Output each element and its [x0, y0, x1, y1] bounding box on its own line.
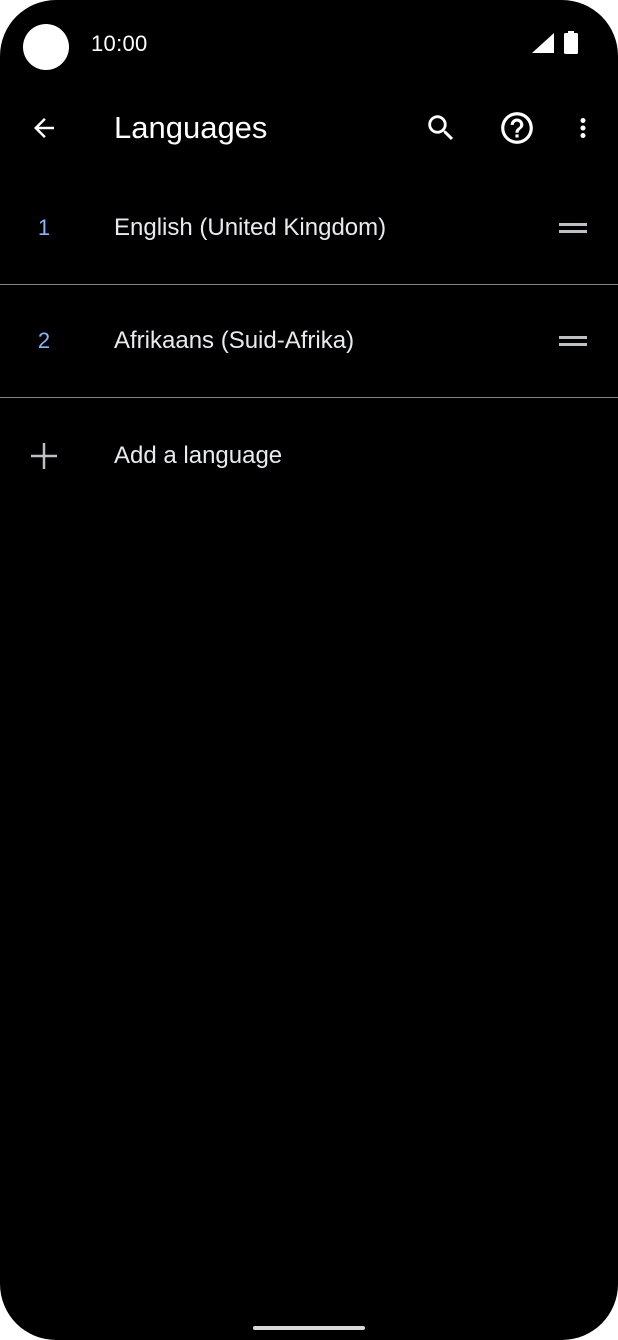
status-bar: 10:00	[0, 0, 618, 90]
add-language-label: Add a language	[114, 442, 283, 469]
drag-handle-icon[interactable]	[552, 210, 594, 246]
back-button[interactable]	[20, 104, 68, 152]
language-item[interactable]: 2 Afrikaans (Suid-Afrika)	[0, 285, 618, 398]
add-language-button[interactable]: Add a language	[0, 398, 618, 514]
arrow-back-icon	[34, 118, 54, 138]
search-icon	[428, 115, 454, 141]
drag-handle-icon[interactable]	[552, 323, 594, 359]
plus-icon	[24, 436, 64, 476]
phone-screen: 10:00 Languages 1 English (United Kingdo…	[0, 0, 618, 1340]
battery-full-icon	[564, 31, 578, 54]
app-bar: Languages	[0, 90, 618, 166]
help-button[interactable]	[493, 104, 541, 152]
language-order-number: 2	[37, 328, 51, 353]
page-title: Languages	[114, 110, 268, 145]
language-order-number: 1	[37, 215, 51, 240]
language-name: Afrikaans (Suid-Afrika)	[114, 327, 355, 354]
status-time: 10:00	[91, 31, 148, 56]
language-list: 1 English (United Kingdom) 2 Afrikaans (…	[0, 172, 618, 514]
language-item[interactable]: 1 English (United Kingdom)	[0, 172, 618, 285]
cellular-signal-icon	[532, 33, 554, 53]
more-options-button[interactable]	[559, 104, 607, 152]
more-vert-icon	[580, 118, 586, 138]
search-button[interactable]	[417, 104, 465, 152]
help-circle-icon	[501, 112, 533, 144]
gesture-navigation-bar[interactable]	[253, 1326, 365, 1330]
language-name: English (United Kingdom)	[114, 214, 387, 241]
front-camera-cutout	[23, 24, 69, 70]
